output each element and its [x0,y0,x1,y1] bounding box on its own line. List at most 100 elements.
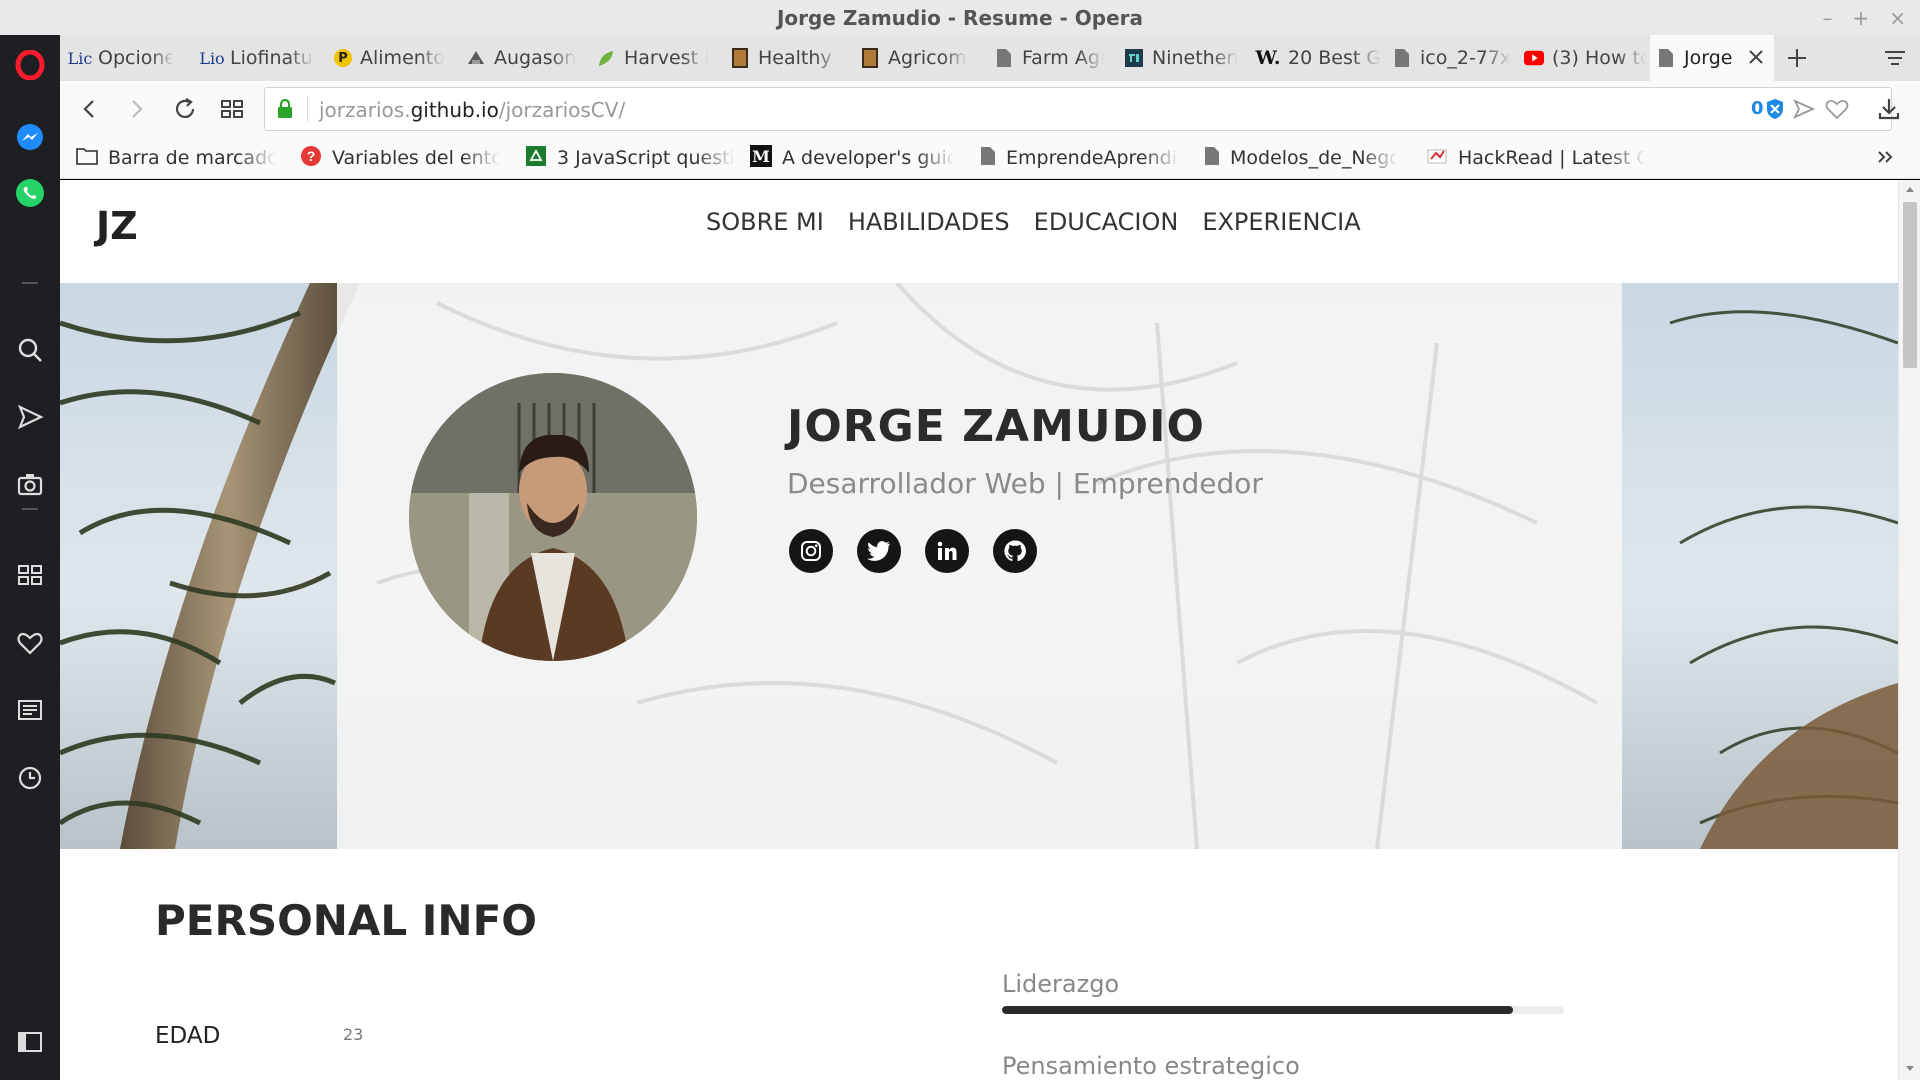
tab-label: Farm Agr [1022,47,1104,69]
skill-label: Pensamiento estrategico [1002,1052,1300,1080]
bookmark-label: EmprendeAprendiendo [1006,147,1180,169]
new-tab-button[interactable] [1782,43,1812,73]
close-window-button[interactable]: × [1889,6,1906,30]
adblock-count[interactable]: 0 [1751,98,1764,119]
bookmarks-bar: Barra de marcadores ? Variables del ento… [60,137,1920,179]
downloads-button[interactable] [1869,89,1909,129]
bookmark-heart-icon[interactable] [1825,98,1849,124]
instagram-icon [801,541,821,561]
lio-favicon: Lio [199,48,225,68]
bookmark-label: Variables del entorno [332,147,500,169]
bookmark-item[interactable]: HackRead | Latest Cyber [1426,137,1646,179]
bookmark-label: Modelos_de_Negocio [1230,147,1398,169]
tab[interactable]: Harvest R [590,35,708,81]
hero-role: Desarrollador Web | Emprendedor [787,467,1263,500]
nav-educacion[interactable]: EDUCACION [1034,208,1179,236]
book-icon [730,48,750,68]
linkedin-icon [937,541,957,560]
messenger-button[interactable] [0,116,60,160]
github-link[interactable] [993,529,1037,573]
bookmark-item[interactable]: ? Variables del entorno [300,137,500,179]
nav-sobre-mi[interactable]: SOBRE MI [706,208,824,236]
page-scrollbar[interactable] [1898,180,1920,1080]
ninethen-icon [1124,48,1144,68]
bookmark-label: A developer's guide [782,147,955,169]
url-host: github.io [410,98,499,122]
tab-label: Jorge [1684,47,1733,69]
instagram-link[interactable] [789,529,833,573]
tab-label: ico_2-77x [1420,47,1512,69]
tab[interactable]: Augason [460,35,576,81]
linkedin-link[interactable] [925,529,969,573]
scroll-down-arrow-icon[interactable] [1899,1062,1920,1076]
forward-button[interactable] [116,89,156,129]
tab[interactable]: W. 20 Best G [1250,35,1382,81]
tab[interactable]: Farm Agr [988,35,1104,81]
news-button[interactable] [0,688,60,732]
lock-icon [277,98,293,123]
reload-button[interactable] [165,89,205,129]
history-button[interactable] [0,756,60,800]
chevron-double-right-icon [1878,151,1893,163]
bookmarks-overflow-button[interactable] [1876,147,1896,171]
sidebar-search-button[interactable] [0,328,60,372]
tab-menu-icon [1885,51,1905,65]
tab[interactable]: Agricom [854,35,970,81]
leaf-icon [596,48,616,68]
chevron-left-icon [83,100,94,118]
whatsapp-button[interactable] [0,171,60,215]
tab-grid-button[interactable] [212,89,252,129]
bookmark-item[interactable]: M A developer's guide [750,137,955,179]
address-bar[interactable]: jorzarios.github.io/jorzariosCV/ 0 [264,87,1892,131]
url-prefix: jorzarios. [319,98,411,122]
tab[interactable]: Lic Opciones [64,35,174,81]
tab-label: Harvest R [624,47,708,69]
hero-name: JORGE ZAMUDIO [787,401,1205,452]
search-icon [18,338,42,362]
flow-button[interactable] [0,395,60,439]
tab[interactable]: Healthy F [724,35,840,81]
tab[interactable]: (3) How to [1518,35,1646,81]
tab[interactable]: ico_2-77x [1386,35,1514,81]
back-button[interactable] [70,89,110,129]
bookmark-item[interactable]: Barra de marcadores [76,137,276,179]
site-nav: SOBRE MI HABILIDADES EDUCACION EXPERIENC… [706,208,1361,236]
speed-dial-button[interactable] [0,553,60,597]
tab-active[interactable]: Jorge [1650,35,1774,81]
send-page-icon[interactable] [1793,98,1816,124]
minimize-button[interactable]: – [1822,6,1832,30]
bookmarks-button[interactable] [0,621,60,665]
tab-label: Agricom [888,47,967,69]
snapshot-button[interactable] [0,462,60,506]
tab[interactable]: Lio Liofinatura [196,35,314,81]
bookmark-item[interactable]: EmprendeAprendiendo [980,137,1180,179]
document-icon [1204,146,1220,171]
youtube-icon [1524,48,1544,68]
opera-menu-button[interactable] [0,43,60,87]
site-logo[interactable]: JZ [96,204,138,248]
tab-menu-button[interactable] [1880,45,1910,71]
tab-label: Healthy F [758,47,840,69]
sidebar-toggle-button[interactable] [0,1020,60,1064]
bookmark-label: 3 JavaScript questions [557,147,735,169]
bookmark-item[interactable]: Modelos_de_Negocio [1204,137,1398,179]
adblock-icon[interactable] [1765,98,1785,124]
sidebar-separator [22,508,38,510]
window-title: Jorge Zamudio - Resume - Opera [776,5,1144,30]
close-tab-icon[interactable] [1746,47,1766,72]
medium-icon: M [750,144,772,172]
social-links [789,529,1037,573]
folder-icon [76,147,98,170]
scrollbar-thumb[interactable] [1903,202,1917,368]
p-favicon: P [334,49,352,67]
news-icon [18,700,42,720]
maximize-button[interactable]: + [1852,6,1869,30]
nav-habilidades[interactable]: HABILIDADES [848,208,1010,236]
twitter-link[interactable] [857,529,901,573]
tab[interactable]: P Alimentos [328,35,444,81]
scroll-up-arrow-icon[interactable] [1899,182,1920,196]
bookmark-item[interactable]: 3 JavaScript questions [525,137,735,179]
sidebar-toggle-icon [18,1032,42,1052]
nav-experiencia[interactable]: EXPERIENCIA [1202,208,1360,236]
site-header: JZ SOBRE MI HABILIDADES EDUCACION EXPERI… [60,180,1898,283]
